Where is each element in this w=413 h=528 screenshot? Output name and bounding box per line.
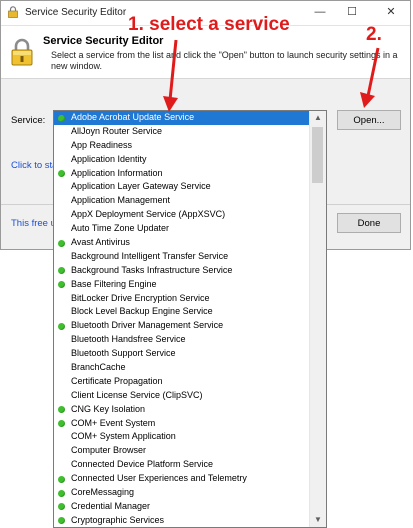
service-label: Service: xyxy=(11,115,46,126)
running-status-icon xyxy=(58,517,65,525)
service-list-item-label: Bluetooth Driver Management Service xyxy=(71,320,224,331)
service-list-item-label: App Readiness xyxy=(71,139,133,150)
service-list-item-label: COM+ Event System xyxy=(71,417,156,428)
annotation-step1: 1. select a service xyxy=(128,14,290,35)
service-list-item[interactable]: COM+ System Application xyxy=(54,430,310,444)
service-list-item[interactable]: Connected Device Platform Service xyxy=(54,458,310,472)
service-dropdown-list[interactable]: Adobe Acrobat Update Service AllJoyn Rout… xyxy=(53,110,327,528)
service-list-item[interactable]: COM+ Event System xyxy=(54,417,310,431)
service-list-item-label: Avast Antivirus xyxy=(71,237,130,248)
service-list-item-label: Client License Service (ClipSVC) xyxy=(71,389,203,400)
service-list-item-label: Bluetooth Handsfree Service xyxy=(71,334,186,345)
scroll-down-icon[interactable]: ▼ xyxy=(310,513,326,527)
service-list-item-label: Application Identity xyxy=(71,153,147,164)
service-list-item[interactable]: Bluetooth Handsfree Service xyxy=(54,333,310,347)
service-list-item[interactable]: Background Intelligent Transfer Service xyxy=(54,250,310,264)
maximize-button[interactable]: ☐ xyxy=(340,4,364,20)
service-list-item[interactable]: BitLocker Drive Encryption Service xyxy=(54,292,310,306)
service-list-item[interactable]: Credential Manager xyxy=(54,500,310,514)
running-status-icon xyxy=(58,267,65,275)
service-list-item[interactable]: Bluetooth Support Service xyxy=(54,347,310,361)
service-list-item[interactable]: Computer Browser xyxy=(54,444,310,458)
service-list-item[interactable]: Auto Time Zone Updater xyxy=(54,222,310,236)
service-list-item[interactable]: Application Layer Gateway Service xyxy=(54,180,310,194)
service-list-item[interactable]: App Readiness xyxy=(54,139,310,153)
running-status-icon xyxy=(58,170,65,178)
service-list-item-label: Base Filtering Engine xyxy=(71,278,157,289)
service-list-item-label: Application Layer Gateway Service xyxy=(71,181,211,192)
running-status-icon xyxy=(58,281,65,289)
service-list-item-label: Auto Time Zone Updater xyxy=(71,223,170,234)
service-list-item-label: Cryptographic Services xyxy=(71,514,165,525)
window-title: Service Security Editor xyxy=(25,7,127,18)
running-status-icon xyxy=(58,503,65,511)
service-list-item-label: BitLocker Drive Encryption Service xyxy=(71,292,210,303)
running-status-icon xyxy=(58,420,65,428)
service-list-item[interactable]: CNG Key Isolation xyxy=(54,403,310,417)
service-list-item[interactable]: Background Tasks Infrastructure Service xyxy=(54,264,310,278)
minimize-button[interactable]: — xyxy=(308,4,332,20)
service-list-item-label: COM+ System Application xyxy=(71,431,176,442)
service-list-item[interactable]: Base Filtering Engine xyxy=(54,278,310,292)
app-lock-icon xyxy=(8,6,18,18)
running-status-icon xyxy=(58,239,65,247)
annotation-step2: 2. xyxy=(366,24,382,45)
footer-link-text[interactable]: This free u xyxy=(11,218,56,229)
header-title: Service Security Editor xyxy=(43,35,164,47)
service-list-item[interactable]: BranchCache xyxy=(54,361,310,375)
done-button[interactable]: Done xyxy=(337,213,401,233)
service-list-item[interactable]: Certificate Propagation xyxy=(54,375,310,389)
service-list-item-label: Background Tasks Infrastructure Service xyxy=(71,264,233,275)
header-description: Select a service from the list and click… xyxy=(51,50,398,71)
service-list-item-label: Block Level Backup Engine Service xyxy=(71,306,213,317)
start-link-text[interactable]: Click to sta xyxy=(11,160,57,171)
running-status-icon xyxy=(58,322,65,330)
service-list-item-label: Background Intelligent Transfer Service xyxy=(71,250,229,261)
service-list-item-label: Application Management xyxy=(71,195,171,206)
arrow-to-open-icon xyxy=(360,47,380,108)
running-status-icon xyxy=(58,114,65,122)
service-list-item-label: BranchCache xyxy=(71,362,126,373)
running-status-icon xyxy=(58,489,65,497)
scroll-thumb[interactable] xyxy=(312,127,323,183)
scroll-up-icon[interactable]: ▲ xyxy=(310,111,326,125)
close-button[interactable]: ✕ xyxy=(379,4,403,20)
service-list-item[interactable]: Avast Antivirus xyxy=(54,236,310,250)
service-list-item[interactable]: Block Level Backup Engine Service xyxy=(54,305,310,319)
service-list-item[interactable]: Application Information xyxy=(54,167,310,181)
service-list-item[interactable]: Client License Service (ClipSVC) xyxy=(54,389,310,403)
list-scrollbar[interactable]: ▲ ▼ xyxy=(309,111,326,527)
service-list-item-label: Connected Device Platform Service xyxy=(71,459,214,470)
service-list-item-label: CoreMessaging xyxy=(71,487,135,498)
service-list-item[interactable]: Application Identity xyxy=(54,153,310,167)
service-list-item[interactable]: Bluetooth Driver Management Service xyxy=(54,319,310,333)
service-list-item-label: AppX Deployment Service (AppXSVC) xyxy=(71,209,226,220)
open-button[interactable]: Open... xyxy=(337,110,401,130)
service-list-item[interactable]: Application Management xyxy=(54,194,310,208)
service-list-item-label: Computer Browser xyxy=(71,445,147,456)
service-list: Adobe Acrobat Update Service AllJoyn Rout… xyxy=(54,111,310,527)
arrow-down-icon xyxy=(163,39,178,112)
service-list-item-label: CNG Key Isolation xyxy=(71,403,146,414)
service-list-item-label: Application Information xyxy=(71,167,163,178)
service-list-item-label: AllJoyn Router Service xyxy=(71,125,163,136)
service-list-item-label: Connected User Experiences and Telemetry xyxy=(71,473,247,484)
service-list-item[interactable]: AppX Deployment Service (AppXSVC) xyxy=(54,208,310,222)
service-list-item-label: Bluetooth Support Service xyxy=(71,348,176,359)
running-status-icon xyxy=(58,475,65,483)
service-list-item[interactable]: AllJoyn Router Service xyxy=(54,125,310,139)
running-status-icon xyxy=(58,406,65,414)
service-list-item[interactable]: Connected User Experiences and Telemetry xyxy=(54,472,310,486)
padlock-icon xyxy=(11,38,33,66)
service-list-item[interactable]: CoreMessaging xyxy=(54,486,310,500)
service-list-item-label: Certificate Propagation xyxy=(71,375,163,386)
service-list-item[interactable]: Cryptographic Services xyxy=(54,514,310,527)
service-list-item-label: Credential Manager xyxy=(71,500,151,511)
